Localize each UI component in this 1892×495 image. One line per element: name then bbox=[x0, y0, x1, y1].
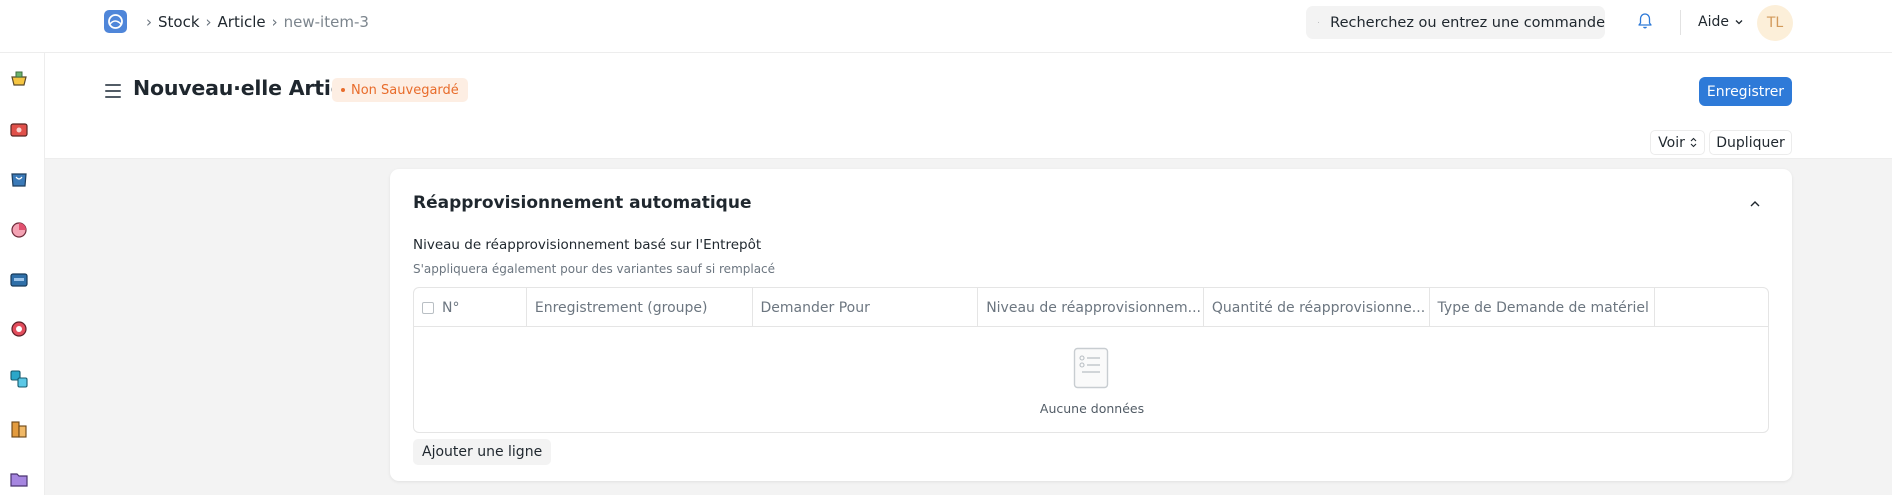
col-number: N° bbox=[414, 288, 527, 327]
breadcrumb-current: new-item-3 bbox=[283, 13, 369, 31]
select-all-checkbox[interactable] bbox=[422, 301, 434, 314]
top-navbar: › Stock › Article › new-item-3 Recherche… bbox=[0, 0, 1892, 53]
section-title[interactable]: Réapprovisionnement automatique bbox=[413, 193, 751, 213]
stock-icon[interactable] bbox=[8, 68, 30, 90]
view-button-label: Voir bbox=[1658, 134, 1685, 151]
breadcrumb-stock[interactable]: Stock bbox=[158, 13, 200, 31]
reorder-table: N° Enregistrement (groupe) Demander Pour… bbox=[413, 287, 1769, 433]
col-reorder-qty: Quantité de réapprovisionne... bbox=[1204, 288, 1430, 327]
chevron-right-icon: › bbox=[271, 13, 278, 31]
col-reorder-level: Niveau de réapprovisionnem... bbox=[978, 288, 1204, 327]
col-request-for: Demander Pour bbox=[753, 288, 979, 327]
search-icon bbox=[1318, 21, 1320, 24]
selling-icon[interactable] bbox=[8, 118, 30, 140]
chevron-right-icon: › bbox=[205, 13, 212, 31]
col-group: Enregistrement (groupe) bbox=[527, 288, 753, 327]
support-icon[interactable] bbox=[8, 318, 30, 340]
empty-state-text: Aucune données bbox=[1039, 401, 1145, 416]
page-title: Nouveau·elle Article bbox=[133, 76, 364, 100]
avatar[interactable]: TL bbox=[1757, 5, 1793, 41]
chevron-down-icon bbox=[1735, 20, 1743, 25]
table-header-row: N° Enregistrement (groupe) Demander Pour… bbox=[414, 288, 1768, 327]
status-badge: Non Sauvegardé bbox=[332, 78, 468, 102]
status-badge-label: Non Sauvegardé bbox=[351, 82, 459, 98]
breadcrumb-article[interactable]: Article bbox=[218, 13, 266, 31]
field-description: S'appliquera également pour des variante… bbox=[413, 262, 776, 276]
chevron-right-icon: › bbox=[146, 13, 152, 31]
projects-icon[interactable] bbox=[8, 368, 30, 390]
search-input[interactable]: Recherchez ou entrez une commande bbox=[1306, 6, 1605, 39]
folder-icon[interactable] bbox=[8, 468, 30, 490]
duplicate-button[interactable]: Dupliquer bbox=[1709, 130, 1792, 155]
app-sidebar bbox=[0, 53, 45, 495]
search-placeholder: Recherchez ou entrez une commande bbox=[1330, 14, 1605, 31]
organization-icon[interactable] bbox=[8, 418, 30, 440]
save-button[interactable]: Enregistrer bbox=[1699, 77, 1792, 106]
chevron-up-icon[interactable] bbox=[1748, 197, 1762, 211]
empty-list-icon bbox=[1073, 347, 1109, 389]
buying-icon[interactable] bbox=[8, 168, 30, 190]
menu-icon[interactable] bbox=[105, 84, 121, 102]
assets-icon[interactable] bbox=[8, 268, 30, 290]
accounting-icon[interactable] bbox=[8, 218, 30, 240]
field-label: Niveau de réapprovisionnement basé sur l… bbox=[413, 237, 762, 253]
chevron-updown-icon bbox=[1690, 137, 1697, 148]
col-request-type: Type de Demande de matériel bbox=[1430, 288, 1656, 327]
add-row-button[interactable]: Ajouter une ligne bbox=[413, 439, 552, 465]
bell-icon[interactable] bbox=[1637, 12, 1653, 30]
help-label: Aide bbox=[1698, 14, 1729, 30]
page-head: Nouveau·elle Article Non Sauvegardé Enre… bbox=[45, 53, 1892, 159]
app-logo-icon[interactable] bbox=[104, 10, 127, 33]
form-section-card: Réapprovisionnement automatique Niveau d… bbox=[390, 169, 1792, 481]
help-dropdown[interactable]: Aide bbox=[1698, 14, 1744, 30]
view-button[interactable]: Voir bbox=[1650, 130, 1705, 155]
breadcrumb: › Stock › Article › new-item-3 bbox=[140, 13, 369, 31]
divider bbox=[1680, 10, 1681, 35]
table-empty-state: Aucune données bbox=[414, 328, 1768, 432]
status-dot-icon bbox=[341, 88, 345, 92]
col-actions bbox=[1655, 288, 1768, 327]
